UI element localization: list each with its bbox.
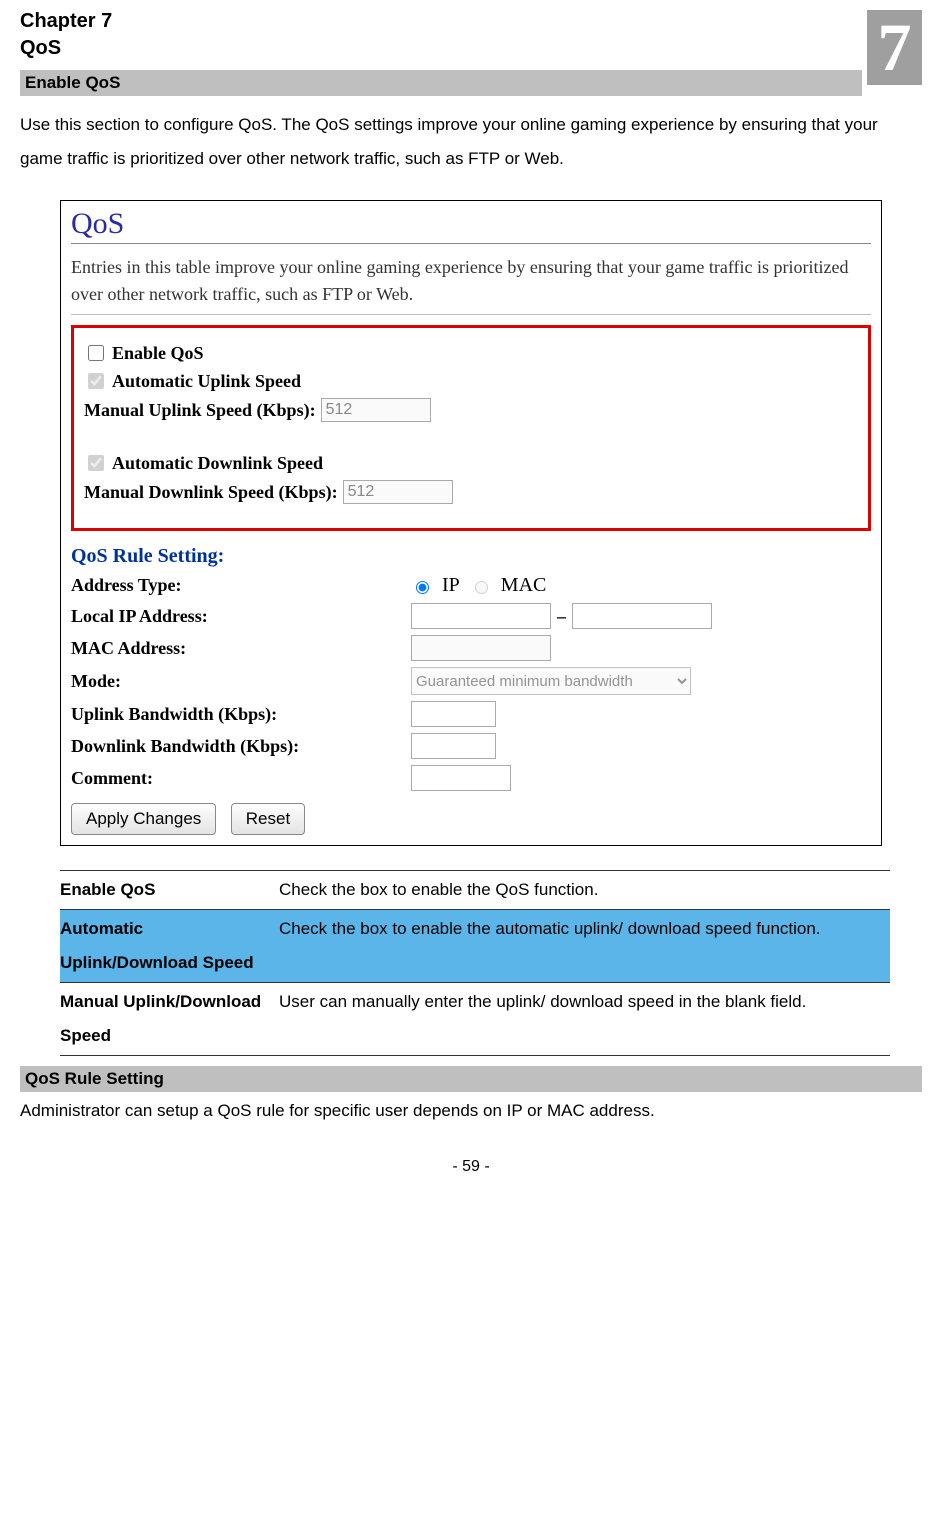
auto-uplink-checkbox[interactable] — [88, 373, 104, 389]
qos-rule-desc: Administrator can setup a QoS rule for s… — [20, 1094, 922, 1128]
chapter-title: QoS — [20, 37, 922, 60]
table-val: User can manually enter the uplink/ down… — [279, 983, 890, 1056]
qos-ui-title: QoS — [71, 207, 871, 244]
manual-downlink-label: Manual Downlink Speed (Kbps): — [84, 482, 338, 503]
local-ip-end-input[interactable] — [572, 603, 712, 629]
chapter-number-badge: 7 — [867, 10, 922, 85]
comment-input[interactable] — [411, 765, 511, 791]
qos-ui-description: Entries in this table improve your onlin… — [71, 254, 871, 308]
address-type-mac-radio[interactable] — [475, 581, 488, 594]
qos-rule-section-header: QoS Rule Setting — [20, 1066, 922, 1092]
local-ip-label: Local IP Address: — [71, 606, 411, 627]
downlink-bw-label: Downlink Bandwidth (Kbps): — [71, 736, 411, 757]
uplink-bw-input[interactable] — [411, 701, 496, 727]
mac-address-label: MAC Address: — [71, 638, 411, 659]
table-val: Check the box to enable the QoS function… — [279, 871, 890, 910]
qos-highlight-box: Enable QoS Automatic Uplink Speed Manual… — [71, 325, 871, 531]
table-row: Automatic Uplink/Download Speed Check th… — [60, 910, 890, 983]
enable-qos-label: Enable QoS — [112, 343, 204, 364]
manual-uplink-label: Manual Uplink Speed (Kbps): — [84, 400, 316, 421]
auto-uplink-label: Automatic Uplink Speed — [112, 371, 301, 392]
table-row: Manual Uplink/Download Speed User can ma… — [60, 983, 890, 1056]
table-row: Enable QoS Check the box to enable the Q… — [60, 871, 890, 910]
downlink-bw-input[interactable] — [411, 733, 496, 759]
auto-downlink-label: Automatic Downlink Speed — [112, 453, 323, 474]
address-type-ip-label: IP — [442, 574, 460, 597]
page-number: - 59 - — [20, 1158, 922, 1176]
qos-ui-screenshot: QoS Entries in this table improve your o… — [60, 200, 882, 846]
address-type-mac-label: MAC — [501, 574, 547, 597]
auto-downlink-checkbox[interactable] — [88, 455, 104, 471]
mode-label: Mode: — [71, 671, 411, 692]
mac-address-input[interactable] — [411, 635, 551, 661]
enable-qos-section-header: Enable QoS — [20, 70, 862, 96]
comment-label: Comment: — [71, 768, 411, 789]
mode-select[interactable]: Guaranteed minimum bandwidth — [411, 667, 691, 695]
table-key: Automatic Uplink/Download Speed — [60, 910, 279, 983]
address-type-ip-radio[interactable] — [416, 581, 429, 594]
table-key: Manual Uplink/Download Speed — [60, 983, 279, 1056]
enable-qos-checkbox[interactable] — [88, 345, 104, 361]
table-key: Enable QoS — [60, 871, 279, 910]
apply-changes-button[interactable]: Apply Changes — [71, 803, 216, 835]
reset-button[interactable]: Reset — [231, 803, 305, 835]
description-table: Enable QoS Check the box to enable the Q… — [60, 870, 890, 1056]
local-ip-start-input[interactable] — [411, 603, 551, 629]
uplink-bw-label: Uplink Bandwidth (Kbps): — [71, 704, 411, 725]
address-type-label: Address Type: — [71, 575, 411, 596]
ip-range-dash: – — [557, 606, 566, 627]
qos-rule-setting-label: QoS Rule Setting: — [71, 545, 871, 568]
divider — [71, 314, 871, 315]
chapter-label: Chapter 7 — [20, 10, 922, 33]
manual-uplink-input[interactable] — [321, 398, 431, 422]
manual-downlink-input[interactable] — [343, 480, 453, 504]
table-val: Check the box to enable the automatic up… — [279, 910, 890, 983]
intro-paragraph: Use this section to configure QoS. The Q… — [20, 108, 922, 176]
